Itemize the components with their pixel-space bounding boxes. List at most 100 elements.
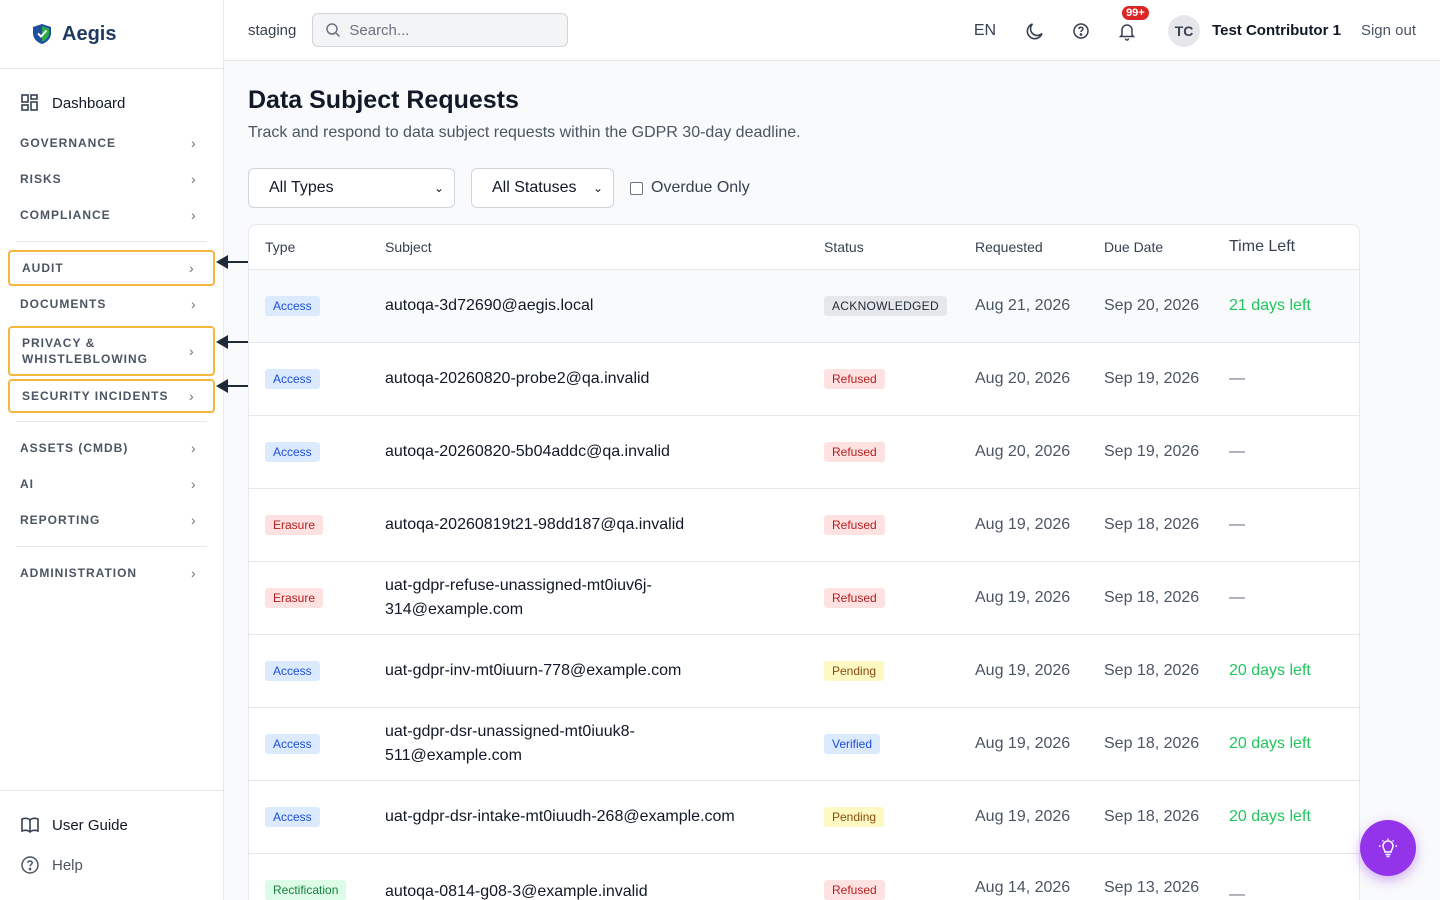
table-row[interactable]: Access autoqa-3d72690@aegis.local ACKNOW… bbox=[249, 270, 1359, 343]
requested-cell: Aug 14, 2026 bbox=[975, 879, 1071, 896]
type-badge: Access bbox=[265, 296, 320, 316]
brand-name: Aegis bbox=[62, 22, 117, 45]
sidebar-group-label: AUDIT bbox=[22, 261, 64, 275]
subject-cell: autoqa-20260820-probe2@qa.invalid bbox=[385, 370, 650, 387]
brand[interactable]: Aegis bbox=[0, 0, 223, 69]
type-badge: Erasure bbox=[265, 515, 324, 535]
bell-icon bbox=[1118, 23, 1136, 41]
due-date-cell: Sep 19, 2026 bbox=[1104, 370, 1200, 387]
sidebar-divider bbox=[16, 421, 207, 422]
column-header-type[interactable]: Type bbox=[249, 239, 385, 255]
sidebar-group-ai[interactable]: AI › bbox=[8, 466, 215, 502]
search-box[interactable] bbox=[312, 13, 569, 47]
dashboard-grid-icon bbox=[21, 94, 38, 111]
book-icon bbox=[21, 817, 39, 834]
sidebar-group-assets[interactable]: ASSETS (CMDB) › bbox=[8, 430, 215, 466]
help-circle-icon[interactable] bbox=[1070, 20, 1092, 42]
search-icon bbox=[326, 23, 341, 38]
sidebar-group-risks[interactable]: RISKS › bbox=[8, 161, 215, 197]
environment-label: staging bbox=[248, 21, 297, 39]
chevron-right-icon: › bbox=[191, 476, 197, 492]
sidebar-group-administration[interactable]: ADMINISTRATION › bbox=[8, 555, 215, 591]
status-filter-select[interactable]: All Statuses ⌄ bbox=[471, 168, 614, 208]
table-row[interactable]: Rectification autoqa-0814-g08-3@example.… bbox=[249, 854, 1359, 900]
sidebar-group-governance[interactable]: GOVERNANCE › bbox=[8, 125, 215, 161]
due-date-cell: Sep 18, 2026 bbox=[1104, 589, 1200, 606]
column-header-time-left[interactable]: Time Left bbox=[1229, 238, 1359, 256]
user-guide-link[interactable]: User Guide bbox=[20, 805, 203, 845]
sidebar-group-label: RISKS bbox=[20, 172, 62, 186]
sidebar-group-documents[interactable]: DOCUMENTS › bbox=[8, 286, 215, 322]
requested-cell: Aug 20, 2026 bbox=[975, 370, 1071, 387]
avatar[interactable]: TC bbox=[1168, 14, 1201, 47]
status-badge: Refused bbox=[824, 442, 885, 462]
help-link[interactable]: Help bbox=[20, 845, 203, 885]
overdue-only-label: Overdue Only bbox=[651, 179, 750, 196]
status-badge: Refused bbox=[824, 880, 885, 900]
requested-cell: Aug 19, 2026 bbox=[975, 662, 1071, 679]
table-row[interactable]: Access autoqa-20260820-5b04addc@qa.inval… bbox=[249, 416, 1359, 489]
chevron-right-icon: › bbox=[191, 565, 197, 581]
user-name[interactable]: Test Contributor 1 bbox=[1212, 22, 1341, 39]
column-header-status[interactable]: Status bbox=[824, 239, 975, 255]
table-row[interactable]: Access autoqa-20260820-probe2@qa.invalid… bbox=[249, 343, 1359, 416]
assistant-fab-button[interactable] bbox=[1360, 820, 1416, 876]
overdue-only-checkbox[interactable]: Overdue Only bbox=[630, 179, 750, 197]
moon-icon[interactable] bbox=[1024, 20, 1046, 42]
sidebar-group-security-incidents[interactable]: SECURITY INCIDENTS › bbox=[8, 379, 215, 413]
requested-cell: Aug 19, 2026 bbox=[975, 735, 1071, 752]
chevron-right-icon: › bbox=[189, 388, 195, 404]
table-row[interactable]: Access uat-gdpr-dsr-intake-mt0iuudh-268@… bbox=[249, 781, 1359, 854]
page-title: Data Subject Requests bbox=[248, 86, 519, 114]
sidebar-group-reporting[interactable]: REPORTING › bbox=[8, 502, 215, 538]
time-left-cell: 20 days left bbox=[1229, 808, 1311, 825]
sidebar-item-label: Dashboard bbox=[52, 94, 126, 112]
checkbox-box[interactable] bbox=[630, 181, 643, 195]
notification-count-badge: 99+ bbox=[1122, 5, 1149, 20]
sidebar: Aegis Dashboard GOVERNANCE › RISKS › COMPL… bbox=[0, 0, 224, 900]
sidebar-group-label: GOVERNANCE bbox=[20, 136, 117, 150]
sidebar-item-dashboard[interactable]: Dashboard bbox=[8, 87, 215, 119]
topbar-actions: EN 99+ TC Test Contributor 1 Sign out bbox=[974, 0, 1416, 61]
sidebar-group-label: AI bbox=[20, 477, 34, 491]
table-row[interactable]: Erasure uat-gdpr-refuse-unassigned-mt0iu… bbox=[249, 562, 1359, 635]
table-row[interactable]: Access uat-gdpr-inv-mt0iuurn-778@example… bbox=[249, 635, 1359, 708]
sidebar-group-label: ADMINISTRATION bbox=[20, 566, 138, 580]
notifications-button[interactable]: 99+ bbox=[1116, 5, 1149, 42]
table-row[interactable]: Access uat-gdpr-dsr-unassigned-mt0iuuk8-… bbox=[249, 708, 1359, 781]
time-left-cell: — bbox=[1229, 589, 1245, 606]
column-header-subject[interactable]: Subject bbox=[385, 235, 824, 259]
subject-cell: autoqa-20260819t21-98dd187@qa.invalid bbox=[385, 516, 685, 533]
type-badge: Access bbox=[265, 369, 320, 389]
requested-cell: Aug 19, 2026 bbox=[975, 516, 1071, 533]
sign-out-link[interactable]: Sign out bbox=[1361, 22, 1416, 39]
chevron-down-icon: ⌄ bbox=[433, 181, 444, 195]
type-badge: Access bbox=[265, 442, 320, 462]
type-filter-select[interactable]: All Types ⌄ bbox=[248, 168, 455, 208]
arrow-left-icon bbox=[216, 335, 228, 349]
filters-bar: All Types ⌄ All Statuses ⌄ Overdue Only bbox=[248, 168, 1360, 208]
search-input[interactable] bbox=[349, 21, 550, 39]
sidebar-group-audit[interactable]: AUDIT › bbox=[8, 250, 215, 286]
status-badge: Verified bbox=[824, 734, 881, 754]
type-filter-value: All Types bbox=[269, 179, 334, 196]
due-date-cell: Sep 18, 2026 bbox=[1104, 516, 1200, 533]
table-row[interactable]: Erasure autoqa-20260819t21-98dd187@qa.in… bbox=[249, 489, 1359, 562]
sidebar-divider bbox=[16, 546, 207, 547]
chevron-down-icon: ⌄ bbox=[592, 181, 603, 195]
requested-cell: Aug 19, 2026 bbox=[975, 808, 1071, 825]
column-header-due-date[interactable]: Due Date bbox=[1104, 235, 1229, 259]
subject-cell: autoqa-20260820-5b04addc@qa.invalid bbox=[385, 443, 670, 460]
chevron-right-icon: › bbox=[189, 260, 195, 276]
due-date-cell: Sep 18, 2026 bbox=[1104, 735, 1200, 752]
help-circle-icon bbox=[21, 856, 39, 874]
column-header-requested[interactable]: Requested bbox=[975, 235, 1104, 259]
subject-cell: uat-gdpr-dsr-unassigned-mt0iuuk8-511@exa… bbox=[385, 723, 635, 764]
language-switcher[interactable]: EN bbox=[974, 22, 996, 40]
status-badge: Refused bbox=[824, 369, 885, 389]
time-left-cell: 20 days left bbox=[1229, 735, 1311, 752]
sidebar-group-label: DOCUMENTS bbox=[20, 297, 107, 311]
type-badge: Access bbox=[265, 807, 320, 827]
sidebar-group-compliance[interactable]: COMPLIANCE › bbox=[8, 197, 215, 233]
sidebar-group-privacy-whistleblowing[interactable]: PRIVACY & WHISTLEBLOWING › bbox=[8, 326, 215, 376]
